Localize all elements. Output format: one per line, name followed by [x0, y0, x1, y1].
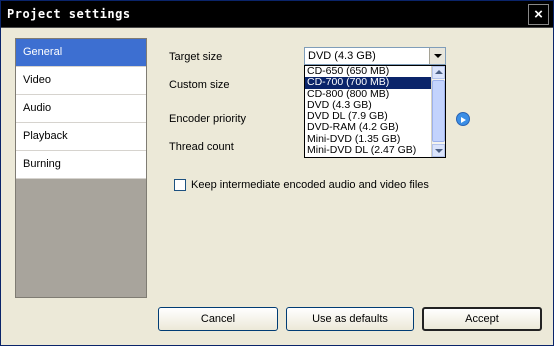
- keep-intermediate-files-label: Keep intermediate encoded audio and vide…: [191, 179, 429, 191]
- dropdown-option[interactable]: Mini-DVD DL (2.47 GB): [305, 144, 445, 156]
- use-as-defaults-button[interactable]: Use as defaults: [286, 307, 414, 331]
- dropdown-option[interactable]: CD-700 (700 MB): [305, 77, 445, 89]
- sidebar-item-label: General: [23, 46, 63, 58]
- chevron-down-icon[interactable]: [429, 48, 445, 64]
- sidebar-item-label: Video: [23, 74, 51, 86]
- target-size-dropdown-list[interactable]: CD-650 (650 MB) CD-700 (700 MB) CD-800 (…: [304, 65, 446, 158]
- target-size-select[interactable]: DVD (4.3 GB): [304, 47, 446, 65]
- title-bar[interactable]: Project settings ×: [1, 1, 553, 28]
- sidebar-item-label: Audio: [23, 102, 52, 114]
- sidebar-item-video[interactable]: Video: [16, 67, 146, 95]
- cancel-button[interactable]: Cancel: [158, 307, 278, 331]
- custom-size-label: Custom size: [169, 79, 230, 91]
- thread-count-label: Thread count: [169, 141, 234, 153]
- scroll-thumb[interactable]: [432, 80, 445, 142]
- settings-sidebar: General Video Audio Playback Burning: [15, 38, 147, 298]
- sidebar-item-general[interactable]: General: [16, 39, 146, 67]
- close-icon: ×: [534, 6, 543, 23]
- close-button[interactable]: ×: [528, 4, 549, 25]
- sidebar-item-burning[interactable]: Burning: [16, 151, 146, 179]
- sidebar-item-audio[interactable]: Audio: [16, 95, 146, 123]
- encoder-priority-label: Encoder priority: [169, 113, 247, 125]
- sidebar-item-playback[interactable]: Playback: [16, 123, 146, 151]
- scroll-down-arrow-icon[interactable]: [432, 144, 445, 157]
- accept-button[interactable]: Accept: [422, 307, 542, 331]
- keep-intermediate-files-checkbox[interactable]: [174, 179, 186, 191]
- window-title: Project settings: [7, 7, 131, 21]
- sidebar-item-label: Playback: [23, 130, 68, 142]
- dropdown-scrollbar[interactable]: [431, 66, 445, 157]
- target-size-value: DVD (4.3 GB): [308, 50, 376, 62]
- target-size-label: Target size: [169, 51, 223, 63]
- info-arrow-icon[interactable]: [456, 112, 470, 126]
- scroll-up-arrow-icon[interactable]: [432, 66, 445, 79]
- sidebar-item-label: Burning: [23, 158, 61, 170]
- project-settings-dialog: Project settings × General Video Audio P…: [0, 0, 554, 346]
